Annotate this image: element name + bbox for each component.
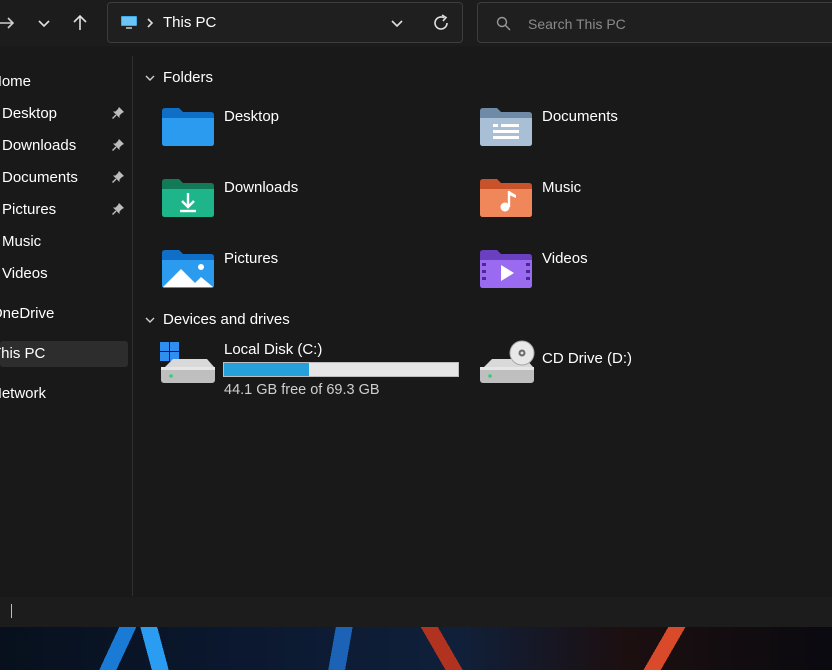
sidebar-item-downloads[interactable]: Downloads [2,133,132,159]
desktop-wallpaper [0,627,832,670]
sidebar-item-label: OneDrive [0,305,55,322]
sidebar-item-label: This PC [0,345,46,362]
videos-folder-icon [480,250,532,288]
sidebar-item-onedrive[interactable]: OneDrive [0,301,121,327]
folders-section-header[interactable]: Folders [145,69,213,86]
pictures-folder-icon [162,250,214,288]
sidebar-item-label: Pictures [2,201,57,218]
pin-icon[interactable] [111,170,125,184]
section-title: Folders [163,69,214,86]
drive-usage-fill [224,363,310,376]
sidebar-item-label: Downloads [2,137,77,154]
address-bar[interactable]: This PC [107,2,463,43]
folder-label: Downloads [224,179,299,196]
refresh-icon[interactable] [431,13,451,33]
chevron-down-icon [145,75,155,82]
search-box[interactable]: Search This PC [477,2,832,43]
chevron-down-icon [145,317,155,324]
chevron-down-icon [38,20,50,28]
computer-icon [121,16,137,29]
arrow-right-icon [0,17,15,29]
sidebar-item-pictures[interactable]: Pictures [2,197,132,223]
downloads-folder-icon [162,179,214,217]
folder-label: Videos [542,250,588,267]
folder-label: Desktop [224,108,280,125]
recent-locations-button[interactable] [29,8,59,38]
address-dropdown-icon[interactable] [388,14,406,32]
breadcrumb-this-pc[interactable]: This PC [163,14,216,31]
windows-drive-icon [160,342,215,383]
drive-free-space: 44.1 GB free of 69.3 GB [224,382,380,398]
search-icon [496,16,511,31]
pin-icon[interactable] [111,202,125,216]
chevron-right-icon [147,18,154,28]
music-folder-icon [480,179,532,217]
sidebar-item-home[interactable]: Home [0,69,121,95]
sidebar-item-this-pc[interactable]: This PC [0,341,128,367]
sidebar-item-label: Desktop [2,105,58,122]
section-title: Devices and drives [163,311,290,328]
navigation-pane: Home Desktop Downloads Documents Picture… [0,56,132,596]
desktop-folder-icon [162,108,214,146]
sidebar-item-label: Documents [2,169,78,186]
pin-icon[interactable] [111,106,125,120]
forward-button[interactable] [0,8,22,38]
sidebar-item-network[interactable]: Network [0,381,121,407]
pane-splitter[interactable] [132,56,133,596]
sidebar-item-desktop[interactable]: Desktop [2,101,132,127]
up-button[interactable] [65,8,95,38]
arrow-up-icon [73,14,87,30]
sidebar-item-music[interactable]: Music [2,229,132,255]
status-bar [0,597,832,627]
drive-label: CD Drive (D:) [542,350,632,367]
pin-icon[interactable] [111,138,125,152]
drive-label: Local Disk (C:) [224,341,323,358]
folder-label: Documents [542,108,618,125]
toolbar: This PC Search This PC [0,0,832,46]
text-cursor [11,604,12,618]
documents-folder-icon [480,108,532,146]
devices-section-header[interactable]: Devices and drives [145,311,290,328]
sidebar-item-videos[interactable]: Videos [2,261,132,287]
sidebar-item-documents[interactable]: Documents [2,165,132,191]
sidebar-item-label: Music [2,233,42,250]
cd-drive-icon [480,340,535,383]
drive-usage-bar [223,362,459,377]
sidebar-item-label: Videos [2,265,48,282]
folder-label: Music [542,179,582,196]
sidebar-item-label: Home [0,73,32,90]
folder-label: Pictures [224,250,279,267]
search-input[interactable]: Search This PC [528,16,626,32]
sidebar-item-label: Network [0,385,47,402]
